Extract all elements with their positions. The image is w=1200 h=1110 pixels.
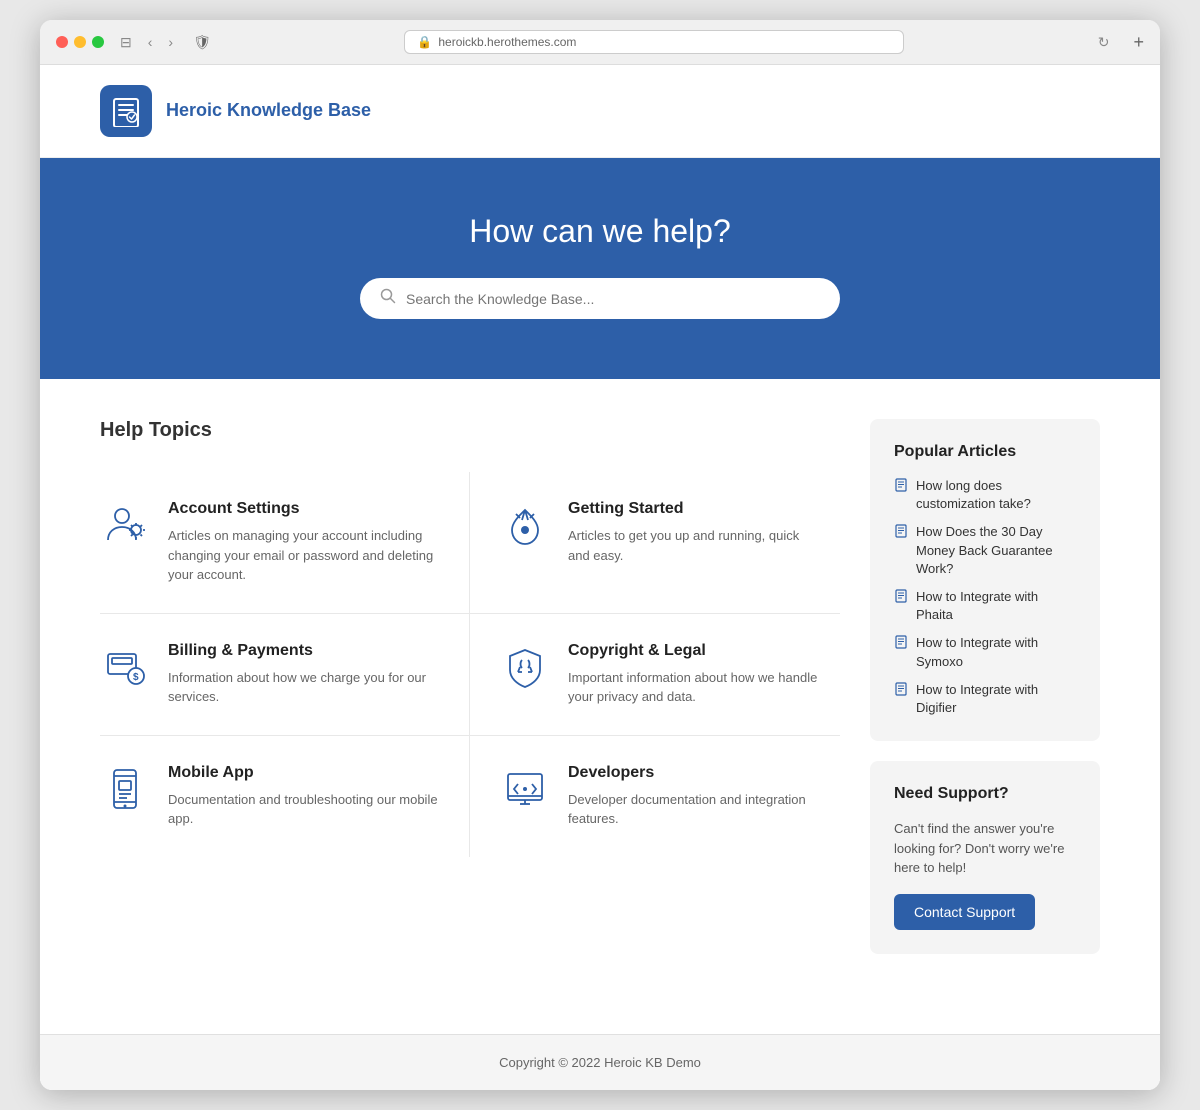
browser-chrome: ⊟ ‹ › 🛡 🔒 heroickb.herothemes.com ↻ +: [40, 20, 1160, 65]
logo-container[interactable]: Heroic Knowledge Base: [100, 85, 371, 137]
topic-billing-payments-info: Billing & Payments Information about how…: [168, 642, 439, 707]
need-support-title: Need Support?: [894, 785, 1076, 803]
article-link-4: How to Integrate with Symoxo: [916, 634, 1076, 670]
footer-text: Copyright © 2022 Heroic KB Demo: [499, 1055, 701, 1070]
mobile-app-icon: [100, 764, 150, 814]
content-left: Help Topics Acco: [100, 419, 840, 974]
article-icon-3: [894, 589, 908, 606]
article-icon-2: [894, 524, 908, 541]
search-bar: [360, 278, 840, 319]
hero-section: How can we help?: [40, 158, 1160, 379]
website: Heroic Knowledge Base How can we help?: [40, 65, 1160, 1090]
article-item-3[interactable]: How to Integrate with Phaita: [894, 588, 1076, 624]
browser-controls: ⊟ ‹ ›: [116, 32, 177, 53]
address-bar[interactable]: 🔒 heroickb.herothemes.com: [404, 30, 904, 54]
popular-articles-title: Popular Articles: [894, 443, 1076, 461]
shield-icon: 🛡: [189, 34, 215, 51]
topic-mobile-app[interactable]: Mobile App Documentation and troubleshoo…: [100, 736, 470, 857]
logo-text: Heroic Knowledge Base: [166, 99, 371, 122]
topic-billing-payments-desc: Information about how we charge you for …: [168, 668, 439, 707]
topic-mobile-app-desc: Documentation and troubleshooting our mo…: [168, 790, 439, 829]
back-button[interactable]: ‹: [144, 32, 157, 52]
topic-mobile-app-info: Mobile App Documentation and troubleshoo…: [168, 764, 439, 829]
getting-started-icon: [500, 500, 550, 550]
topic-getting-started[interactable]: Getting Started Articles to get you up a…: [470, 472, 840, 614]
developers-icon: [500, 764, 550, 814]
topic-getting-started-title: Getting Started: [568, 500, 820, 518]
maximize-button[interactable]: [92, 36, 104, 48]
url-display: heroickb.herothemes.com: [438, 35, 576, 49]
search-input[interactable]: [406, 291, 820, 307]
topic-getting-started-info: Getting Started Articles to get you up a…: [568, 500, 820, 565]
topic-copyright-legal-title: Copyright & Legal: [568, 642, 820, 660]
minimize-button[interactable]: [74, 36, 86, 48]
browser-window: ⊟ ‹ › 🛡 🔒 heroickb.herothemes.com ↻ +: [40, 20, 1160, 1090]
site-header: Heroic Knowledge Base: [40, 65, 1160, 158]
topic-account-settings-title: Account Settings: [168, 500, 439, 518]
article-item-4[interactable]: How to Integrate with Symoxo: [894, 634, 1076, 670]
article-icon-5: [894, 682, 908, 699]
account-settings-icon: [100, 500, 150, 550]
copyright-legal-icon: [500, 642, 550, 692]
traffic-lights: [56, 36, 104, 48]
sidebar: Popular Articles How l: [870, 419, 1100, 974]
svg-text:$: $: [133, 672, 139, 683]
contact-support-button[interactable]: Contact Support: [894, 894, 1035, 930]
topic-account-settings-desc: Articles on managing your account includ…: [168, 526, 439, 585]
topic-developers-info: Developers Developer documentation and i…: [568, 764, 820, 829]
topic-developers[interactable]: Developers Developer documentation and i…: [470, 736, 840, 857]
topic-account-settings[interactable]: Account Settings Articles on managing yo…: [100, 472, 470, 614]
billing-payments-icon: $: [100, 642, 150, 692]
article-icon-4: [894, 635, 908, 652]
popular-articles-card: Popular Articles How l: [870, 419, 1100, 741]
article-icon-1: [894, 478, 908, 495]
topic-billing-payments[interactable]: $ Billing & Payments Information about h…: [100, 614, 470, 736]
article-item-2[interactable]: How Does the 30 Day Money Back Guarantee…: [894, 523, 1076, 578]
topic-billing-payments-title: Billing & Payments: [168, 642, 439, 660]
article-link-1: How long does customization take?: [916, 477, 1076, 513]
sidebar-toggle-button[interactable]: ⊟: [116, 32, 136, 53]
article-link-5: How to Integrate with Digifier: [916, 681, 1076, 717]
topic-mobile-app-title: Mobile App: [168, 764, 439, 782]
search-bar-wrap: [360, 278, 840, 319]
topic-copyright-legal-info: Copyright & Legal Important information …: [568, 642, 820, 707]
article-item-5[interactable]: How to Integrate with Digifier: [894, 681, 1076, 717]
topic-copyright-legal[interactable]: Copyright & Legal Important information …: [470, 614, 840, 736]
search-icon: [380, 288, 396, 309]
article-link-2: How Does the 30 Day Money Back Guarantee…: [916, 523, 1076, 578]
topic-getting-started-desc: Articles to get you up and running, quic…: [568, 526, 820, 565]
topic-copyright-legal-desc: Important information about how we handl…: [568, 668, 820, 707]
reload-button[interactable]: ↻: [1094, 32, 1114, 53]
article-link-3: How to Integrate with Phaita: [916, 588, 1076, 624]
new-tab-button[interactable]: +: [1133, 32, 1144, 53]
topic-developers-title: Developers: [568, 764, 820, 782]
article-item-1[interactable]: How long does customization take?: [894, 477, 1076, 513]
close-button[interactable]: [56, 36, 68, 48]
support-description: Can't find the answer you're looking for…: [894, 819, 1076, 878]
article-list: How long does customization take?: [894, 477, 1076, 717]
main-content: Help Topics Acco: [40, 379, 1160, 1034]
lock-icon: 🔒: [417, 35, 432, 49]
need-support-card: Need Support? Can't find the answer you'…: [870, 761, 1100, 954]
site-footer: Copyright © 2022 Heroic KB Demo: [40, 1034, 1160, 1090]
hero-title: How can we help?: [60, 213, 1140, 250]
topic-account-settings-info: Account Settings Articles on managing yo…: [168, 500, 439, 585]
help-topics-title: Help Topics: [100, 419, 840, 442]
forward-button[interactable]: ›: [164, 32, 177, 52]
logo-icon: [100, 85, 152, 137]
topics-grid: Account Settings Articles on managing yo…: [100, 472, 840, 857]
topic-developers-desc: Developer documentation and integration …: [568, 790, 820, 829]
